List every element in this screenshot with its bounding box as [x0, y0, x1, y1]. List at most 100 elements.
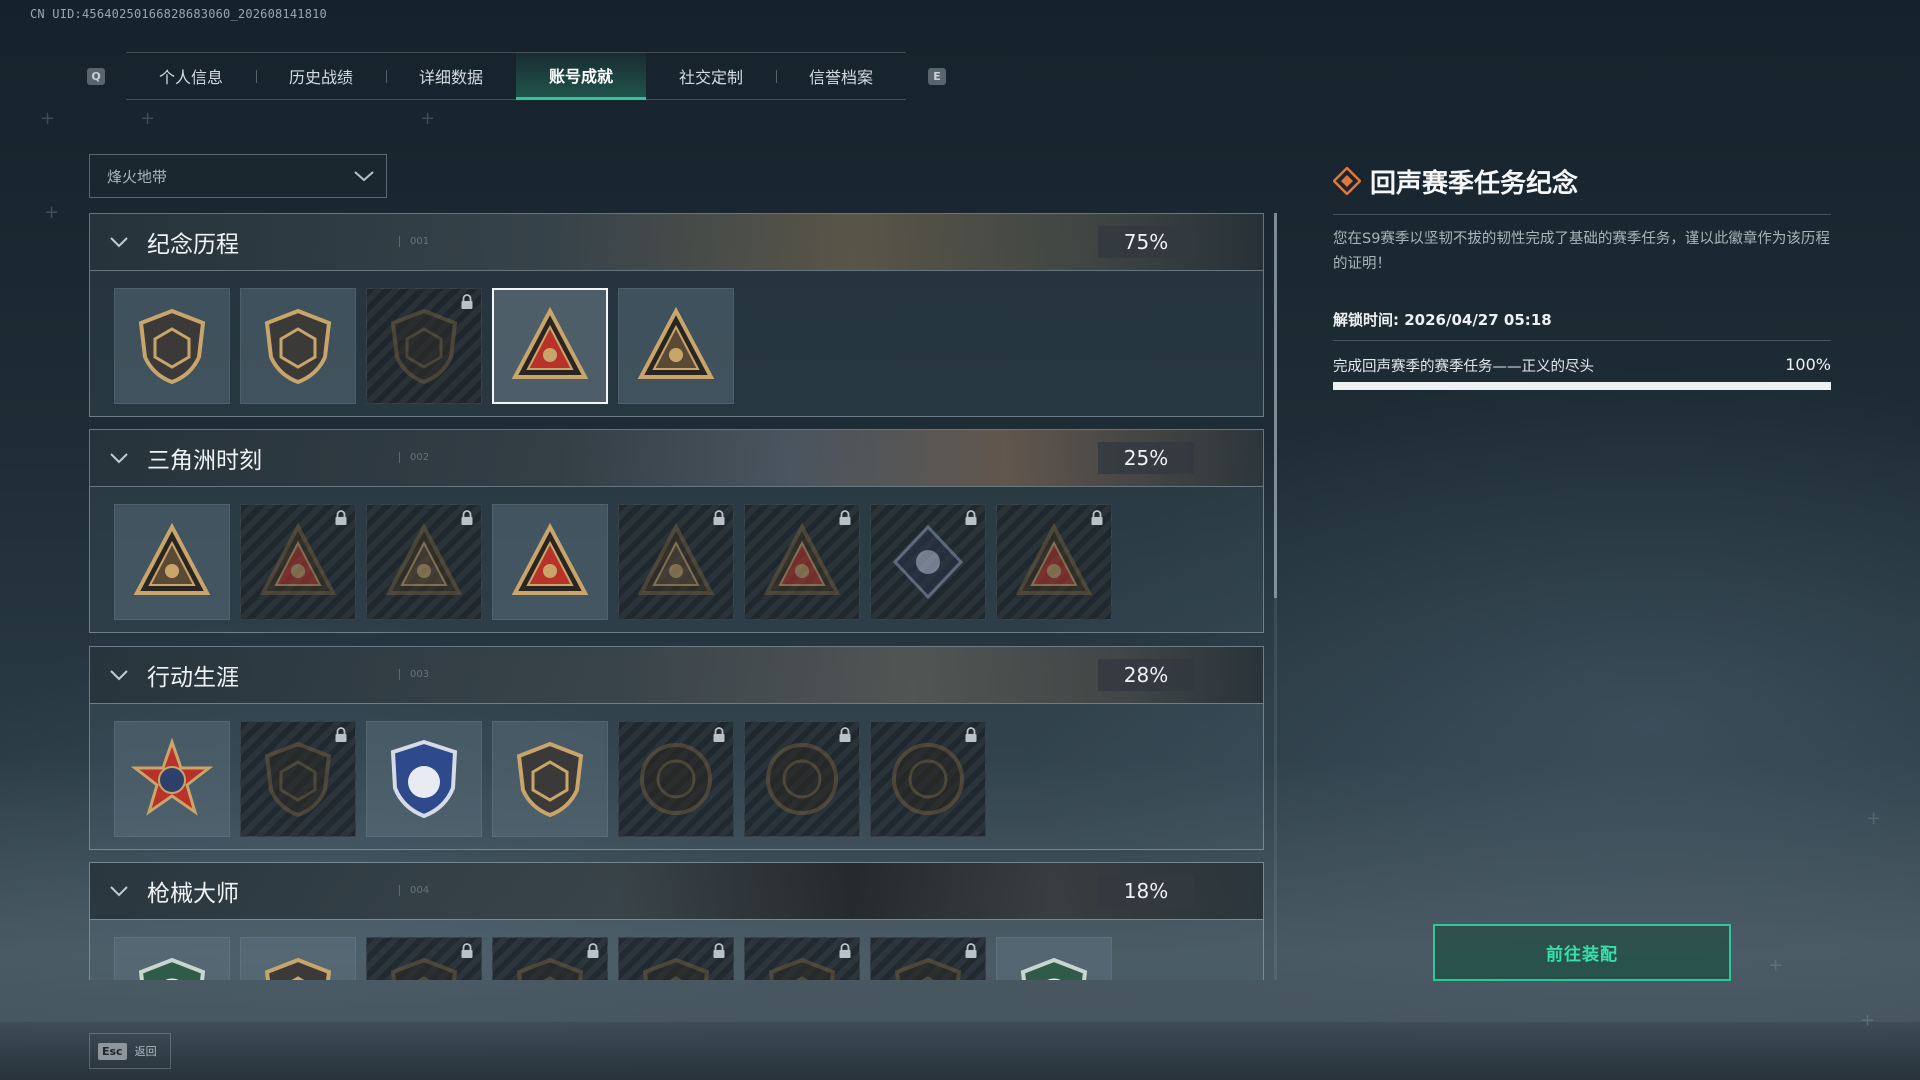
chevron-down-icon[interactable] — [108, 667, 130, 683]
achievement-emblem-icon — [511, 522, 589, 595]
crosshair-deco-icon: + — [1768, 955, 1784, 976]
tab-match-history[interactable]: 历史战绩 — [256, 52, 386, 100]
section-delta-moment: 三角洲时刻 002 25% — [89, 429, 1264, 633]
lock-icon — [461, 510, 473, 525]
achievement-emblem-icon — [133, 522, 211, 595]
achievement-badge[interactable] — [744, 721, 860, 837]
achievement-badge[interactable] — [114, 937, 230, 980]
section-number: 002 — [399, 452, 429, 463]
mode-dropdown[interactable]: 烽火地带 — [89, 154, 387, 198]
esc-key: Esc — [98, 1042, 127, 1060]
section-ops-career: 行动生涯 003 28% — [89, 646, 1264, 850]
achievement-emblem-icon — [640, 743, 712, 815]
section-header[interactable]: 行动生涯 003 28% — [89, 646, 1264, 704]
scrollbar-thumb[interactable] — [1274, 213, 1277, 598]
tab-prev-key[interactable]: Q — [87, 68, 105, 85]
achievement-badge[interactable] — [114, 504, 230, 620]
crosshair-deco-icon: + — [1866, 808, 1882, 829]
unlock-time: 解锁时间: 2026/04/27 05:18 — [1333, 311, 1552, 329]
chevron-down-icon[interactable] — [108, 450, 130, 466]
achievement-emblem-icon — [1020, 957, 1088, 980]
tab-credit-record[interactable]: 信誉档案 — [776, 52, 906, 100]
section-title: 枪械大师 — [147, 881, 239, 907]
achievement-badge[interactable] — [492, 504, 608, 620]
lock-icon — [713, 510, 725, 525]
achievement-badge[interactable] — [366, 288, 482, 404]
achievement-badge[interactable] — [618, 721, 734, 837]
achievement-emblem-icon — [131, 738, 213, 816]
section-percent: 75% — [1098, 226, 1194, 258]
lock-icon — [713, 727, 725, 742]
tab-detailed-stats[interactable]: 详细数据 — [386, 52, 516, 100]
achievement-badge[interactable] — [996, 504, 1112, 620]
mode-dropdown-value: 烽火地带 — [107, 167, 168, 186]
achievement-badge[interactable] — [492, 937, 608, 980]
achievement-badge[interactable] — [114, 288, 230, 404]
bottom-bar — [0, 1022, 1920, 1080]
chevron-down-icon[interactable] — [108, 234, 130, 250]
achievement-emblem-icon — [637, 306, 715, 379]
achievement-emblem-icon — [511, 306, 589, 379]
achievement-badge[interactable] — [366, 504, 482, 620]
section-title: 纪念历程 — [147, 232, 239, 258]
achievement-emblem-icon — [1015, 522, 1093, 595]
achievement-badge[interactable] — [240, 288, 356, 404]
achievement-badge[interactable] — [366, 937, 482, 980]
section-header-art — [90, 430, 1263, 486]
chevron-down-icon[interactable] — [108, 883, 130, 899]
section-header[interactable]: 枪械大师 004 18% — [89, 862, 1264, 920]
detail-divider — [1333, 340, 1831, 341]
achievement-badge[interactable] — [744, 504, 860, 620]
achievement-badge[interactable] — [492, 288, 608, 404]
lock-icon — [965, 510, 977, 525]
achievement-badge[interactable] — [240, 504, 356, 620]
section-number: 003 — [399, 669, 429, 680]
tab-achievements[interactable]: 账号成就 — [516, 52, 646, 100]
lock-icon — [839, 510, 851, 525]
tab-next-key[interactable]: E — [928, 68, 946, 85]
achievement-badge[interactable] — [114, 721, 230, 837]
section-header[interactable]: 纪念历程 001 75% — [89, 213, 1264, 271]
achievement-badge[interactable] — [240, 721, 356, 837]
achievement-badge[interactable] — [618, 504, 734, 620]
achievement-badge[interactable] — [744, 937, 860, 980]
tab-social-custom[interactable]: 社交定制 — [646, 52, 776, 100]
achievement-badge[interactable] — [870, 721, 986, 837]
achievement-badge[interactable] — [870, 504, 986, 620]
task-progress-bar — [1333, 382, 1831, 390]
achievement-emblem-icon — [768, 957, 836, 980]
achievement-badge[interactable] — [996, 937, 1112, 980]
achievement-badge[interactable] — [366, 721, 482, 837]
achievement-list: 纪念历程 001 75% 三角洲时刻 002 25% 行动生涯 003 28% 枪械大师 004 18… — [89, 213, 1264, 980]
achievement-emblem-icon — [766, 743, 838, 815]
crosshair-deco-icon: + — [44, 202, 60, 223]
player-uid: CN UID:456402501668286830​60_20260814181… — [30, 7, 327, 21]
crosshair-deco-icon: + — [1860, 1010, 1876, 1031]
back-button[interactable]: Esc 返回 — [89, 1033, 171, 1069]
badge-row — [89, 704, 1264, 850]
tab-personal-info[interactable]: 个人信息 — [126, 52, 256, 100]
task-percent: 100% — [1785, 355, 1831, 374]
achievement-badge[interactable] — [492, 721, 608, 837]
crosshair-deco-icon: + — [140, 108, 156, 129]
detail-description: 您在S9赛季以坚韧不拔的韧性完成了基础的赛季任务，谨以此徽章作为该历程的证明！ — [1333, 231, 1830, 272]
achievement-badge[interactable] — [870, 937, 986, 980]
achievement-emblem-icon — [892, 743, 964, 815]
achievement-badge[interactable] — [240, 937, 356, 980]
section-title: 行动生涯 — [147, 665, 239, 691]
lock-icon — [461, 943, 473, 958]
section-header[interactable]: 三角洲时刻 002 25% — [89, 429, 1264, 487]
achievement-emblem-icon — [390, 739, 458, 819]
achievement-emblem-icon — [637, 522, 715, 595]
achievement-emblem-icon — [264, 741, 332, 818]
lock-icon — [965, 943, 977, 958]
section-header-art — [90, 647, 1263, 703]
go-equip-button[interactable]: 前往装配 — [1433, 924, 1731, 981]
section-header-art — [90, 863, 1263, 919]
achievement-emblem-icon — [642, 957, 710, 980]
achievement-badge[interactable] — [618, 288, 734, 404]
crosshair-deco-icon: + — [420, 108, 436, 129]
lock-icon — [713, 943, 725, 958]
achievement-badge[interactable] — [618, 937, 734, 980]
achievement-emblem-icon — [892, 524, 964, 600]
